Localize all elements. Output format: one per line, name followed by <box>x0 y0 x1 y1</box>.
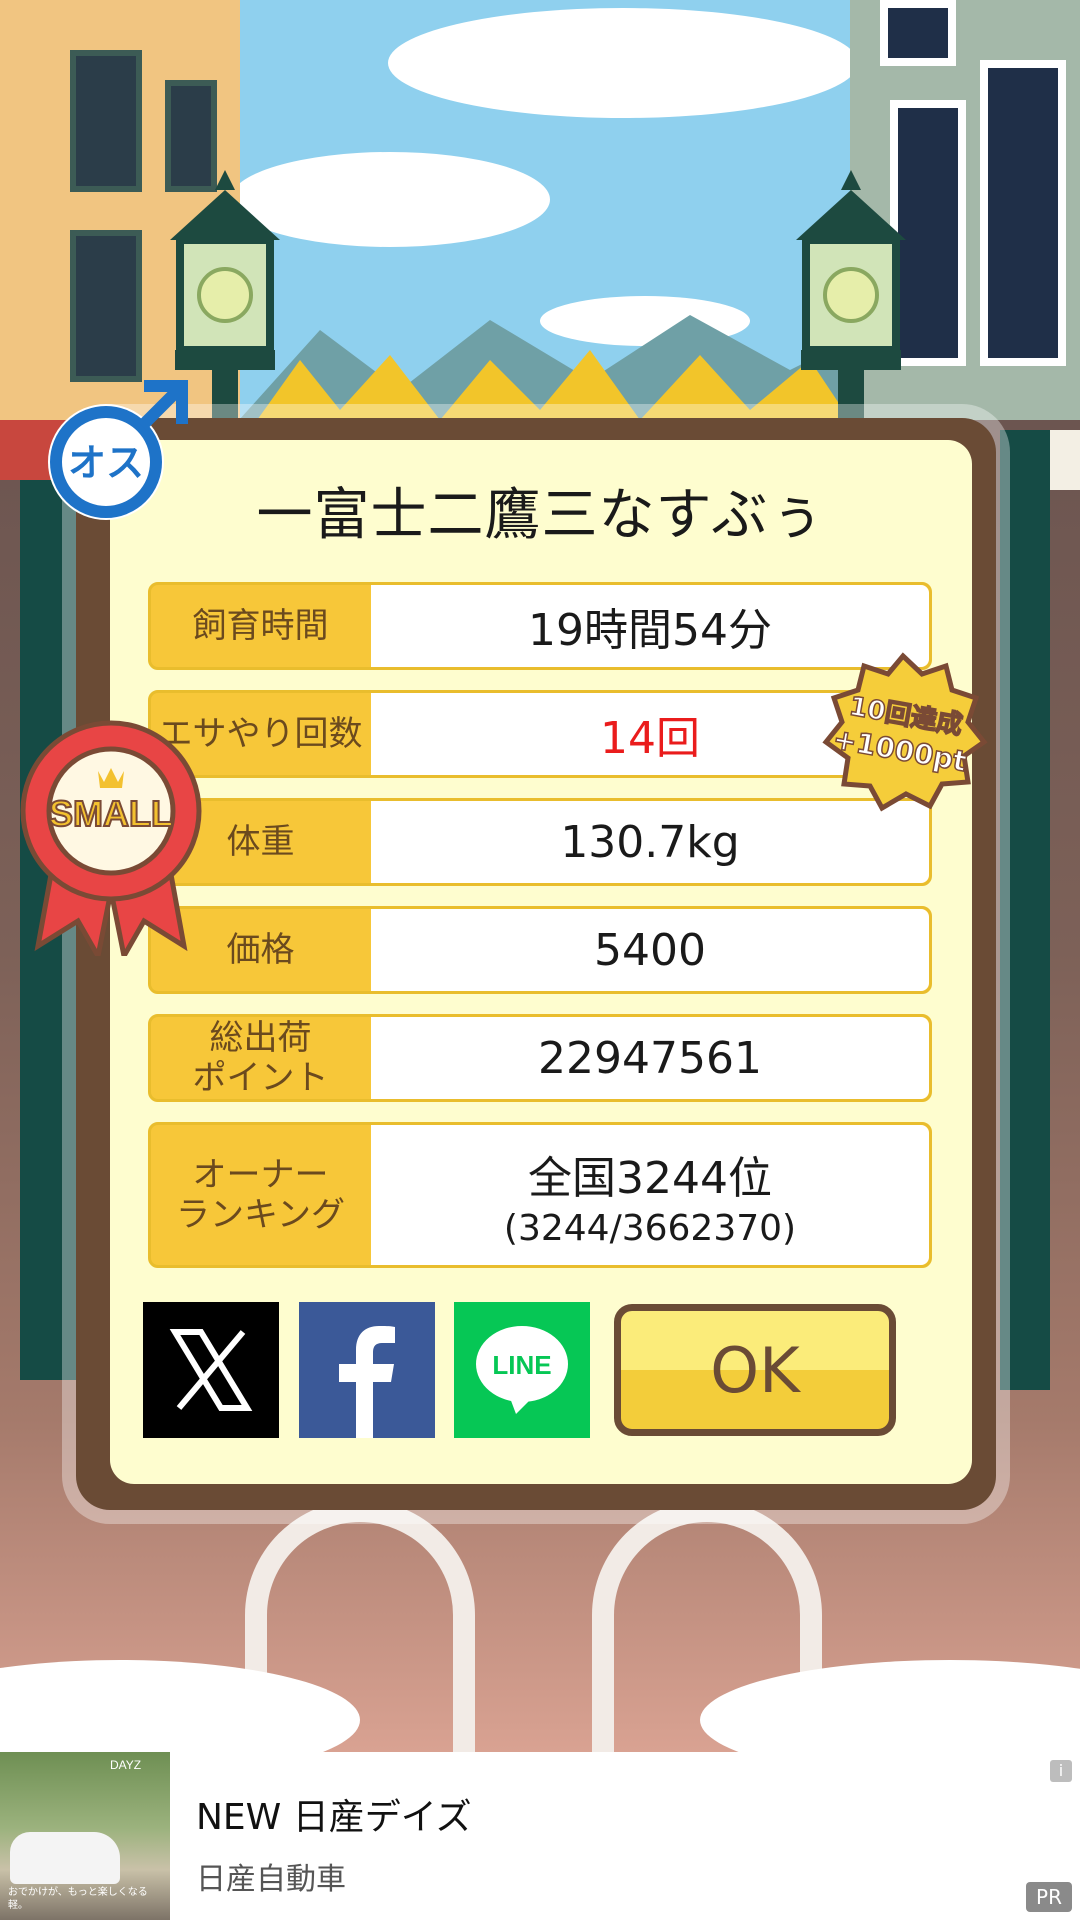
ok-button[interactable]: OK <box>614 1304 896 1436</box>
ranking-value: 全国3244位 <box>528 1152 772 1204</box>
cloud <box>388 8 858 118</box>
car-shape <box>10 1832 120 1884</box>
stat-row-feed-count: エサやり回数 14回 <box>148 690 932 778</box>
ranking-detail: (3244/3662370) <box>503 1207 797 1249</box>
male-gender-icon: オス <box>48 380 188 520</box>
ad-advertiser: 日産自動車 <box>196 1862 346 1897</box>
ad-thumbnail-caption: おでかけが、もっと楽しくなる軽。 <box>8 1887 148 1911</box>
stat-label: オーナー ランキング <box>176 1155 345 1235</box>
stat-row-breeding-time: 飼育時間 19時間54分 <box>148 582 932 670</box>
stat-label: 飼育時間 <box>192 606 329 646</box>
stat-value: 130.7kg <box>371 801 929 883</box>
stat-value-text: 14回 <box>600 713 700 764</box>
stat-row-owner-ranking: オーナー ランキング 全国3244位 (3244/3662370) <box>148 1122 932 1268</box>
stat-value: 22947561 <box>371 1017 929 1099</box>
size-medal-icon: SMALL <box>20 720 202 956</box>
facebook-logo-icon <box>339 1326 395 1438</box>
stat-row-total-points: 総出荷 ポイント 22947561 <box>148 1014 932 1102</box>
share-facebook-button[interactable] <box>299 1302 435 1438</box>
ad-thumbnail-brand: DAYZ <box>110 1758 142 1772</box>
mountains <box>230 315 850 430</box>
stat-value-text: 130.7kg <box>560 816 740 868</box>
pig-name-title: 一富士二鷹三なすぶぅ <box>256 483 826 548</box>
svg-text:LINE: LINE <box>492 1350 551 1380</box>
stat-row-weight: 体重 130.7kg <box>148 798 932 886</box>
ad-thumbnail[interactable]: DAYZ おでかけが、もっと楽しくなる軽。 <box>0 1752 170 1920</box>
stat-value-text: 22947561 <box>538 1032 762 1084</box>
ad-pr-badge: PR <box>1026 1882 1072 1912</box>
ad-info-icon[interactable]: i <box>1050 1760 1072 1782</box>
stat-value-text: 19時間54分 <box>528 605 772 656</box>
line-logo-icon: LINE <box>476 1326 568 1414</box>
green-pillar <box>1000 430 1050 1390</box>
stat-value: 全国3244位 (3244/3662370) <box>371 1125 929 1265</box>
svg-text:オス: オス <box>68 441 144 485</box>
svg-text:SMALL: SMALL <box>49 793 173 834</box>
stat-value: 5400 <box>371 909 929 991</box>
ad-banner[interactable]: DAYZ おでかけが、もっと楽しくなる軽。 NEW 日産デイズ 日産自動車 i … <box>0 1752 1080 1920</box>
x-logo-icon <box>169 1329 253 1411</box>
stat-row-price: 価格 5400 <box>148 906 932 994</box>
achievement-seal-icon: 10回達成 +1000pt <box>822 652 988 812</box>
street-lamp <box>796 170 906 430</box>
share-x-button[interactable] <box>143 1302 279 1438</box>
stat-value-text: 5400 <box>594 924 706 976</box>
share-line-button[interactable]: LINE <box>454 1302 590 1438</box>
stat-label: 総出荷 ポイント <box>192 1018 329 1098</box>
ad-title[interactable]: NEW 日産デイズ <box>196 1788 472 1840</box>
